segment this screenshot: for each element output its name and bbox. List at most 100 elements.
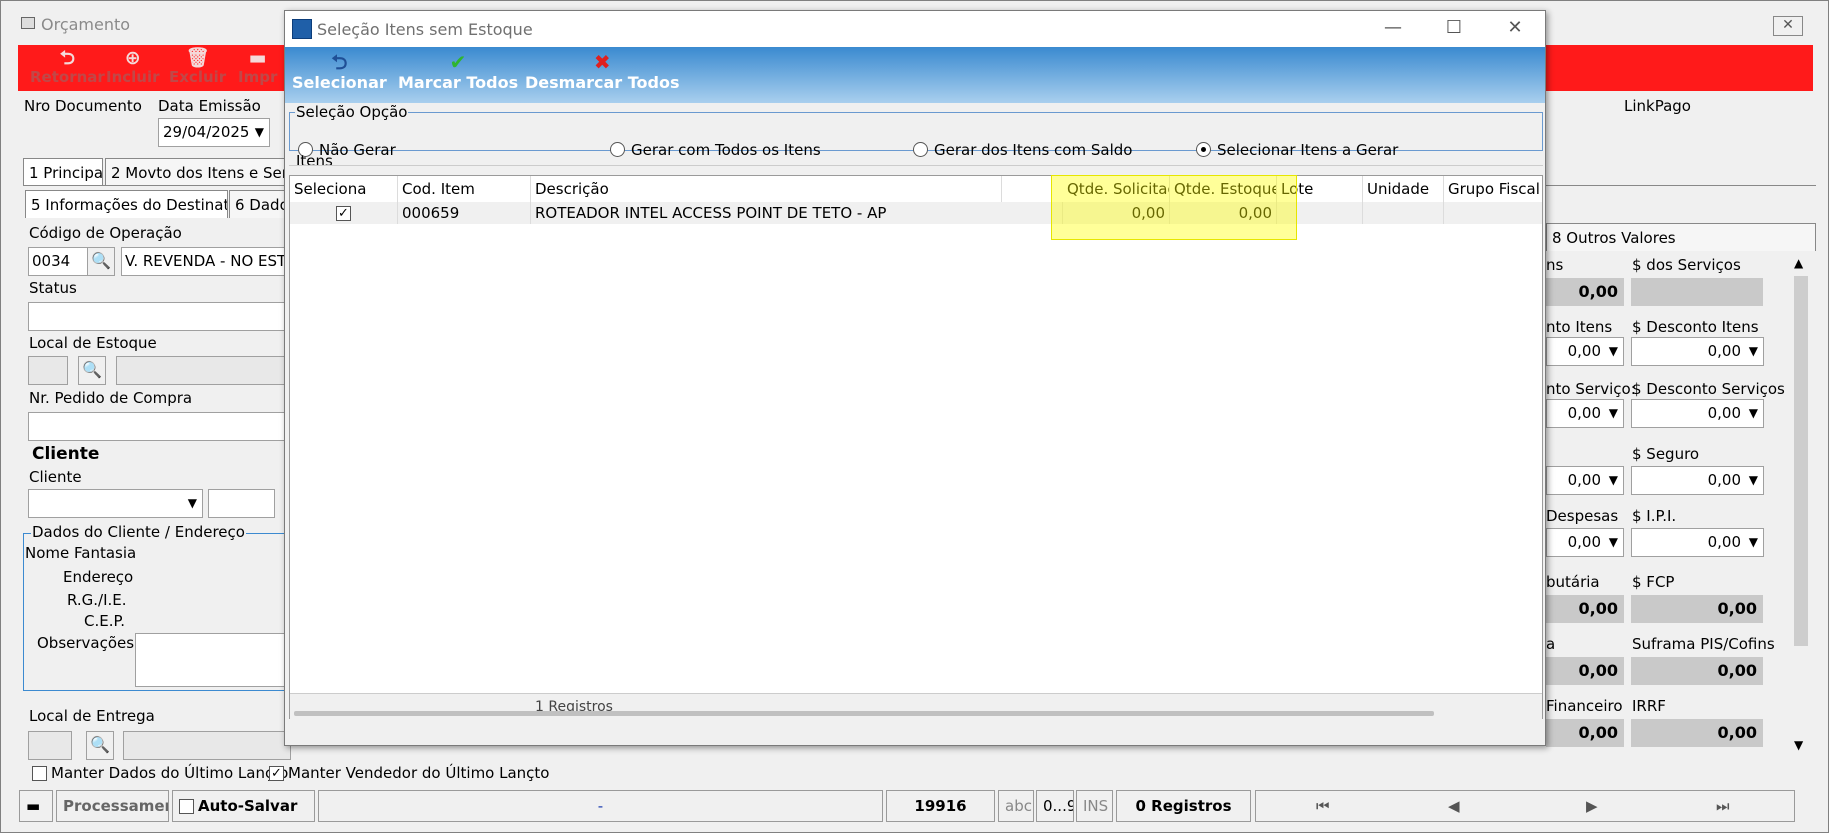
- itens-grid: Seleciona Cod. Item Descrição Qtde. Soli…: [289, 175, 1543, 719]
- cell-cod-item: 000659: [398, 202, 531, 224]
- checkmark-icon: ✓: [269, 766, 284, 781]
- tab-outros-valores[interactable]: 8 Outros Valores: [1546, 223, 1816, 251]
- scroll-thumb[interactable]: [1794, 276, 1808, 646]
- local-estoque-input[interactable]: [28, 356, 68, 385]
- radio-icon: [913, 142, 928, 157]
- dialog-titlebar: Seleção Itens sem Estoque — ☐ ✕: [285, 11, 1545, 47]
- observacoes-label: Observações: [37, 634, 135, 652]
- incluir-button[interactable]: ⊕ Incluir: [106, 48, 160, 86]
- seguro-label: $ Seguro: [1632, 445, 1700, 463]
- desconto-servicos-field[interactable]: 0,00: [1631, 399, 1764, 428]
- desmarcar-todos-button[interactable]: ✖ Desmarcar Todos: [525, 51, 680, 92]
- despesas-field[interactable]: 0,00: [1546, 528, 1624, 557]
- col-cod-item[interactable]: Cod. Item: [398, 176, 531, 202]
- valor-itens: 0,00: [1546, 278, 1624, 306]
- next-record-icon[interactable]: ▶: [1586, 797, 1598, 815]
- dialog-title: Seleção Itens sem Estoque: [317, 20, 533, 39]
- imprimir-button[interactable]: ▬ Impr: [238, 48, 277, 86]
- pedido-compra-label: Nr. Pedido de Compra: [29, 389, 193, 407]
- highlight-annotation: [1051, 175, 1297, 240]
- first-record-icon[interactable]: ⏮: [1316, 797, 1330, 815]
- minimize-icon[interactable]: —: [1373, 17, 1413, 43]
- close-icon[interactable]: ✕: [1495, 17, 1535, 43]
- selecionar-button[interactable]: ⮌ Selecionar: [292, 51, 387, 92]
- radio-selecionar-itens[interactable]: Selecionar Itens a Gerar: [1196, 141, 1398, 159]
- pedido-compra-input[interactable]: [28, 412, 291, 441]
- radio-icon: [610, 142, 625, 157]
- right-scrollbar[interactable]: ▲ ▼: [1791, 256, 1811, 753]
- search-icon[interactable]: 🔍: [78, 356, 106, 385]
- status-code: 19916: [886, 790, 995, 822]
- tab-informacoes-destinatario[interactable]: 5 Informações do Destinatário: [25, 190, 228, 218]
- observacoes-input[interactable]: [135, 633, 291, 687]
- checkbox-icon: [32, 766, 47, 781]
- excluir-button[interactable]: 🗑 Excluir: [169, 48, 226, 86]
- search-icon[interactable]: 🔍: [87, 247, 115, 276]
- tab-movto-itens[interactable]: 2 Movto dos Itens e Serviço: [105, 158, 291, 186]
- local-entrega-desc: [123, 731, 291, 760]
- cell-descricao: ROTEADOR INTEL ACCESS POINT DE TETO - AP: [531, 202, 1063, 224]
- tab-dados[interactable]: 6 Dados: [229, 190, 291, 218]
- ipi-label: $ I.P.I.: [1632, 507, 1677, 525]
- suframa-pis-cofins-label: Suframa PIS/Cofins: [1632, 635, 1775, 653]
- selecao-opcao-legend: Seleção Opção: [296, 103, 408, 121]
- status-label: Status: [29, 279, 77, 297]
- status-input[interactable]: [28, 302, 291, 331]
- row-checkbox[interactable]: ✓: [290, 202, 398, 224]
- registros-count: 0 Registros: [1116, 790, 1251, 822]
- previous-record-icon[interactable]: ◀: [1448, 797, 1460, 815]
- desconto-servicos-pct-field[interactable]: 0,00: [1546, 399, 1624, 428]
- scroll-down-icon[interactable]: ▼: [1794, 738, 1803, 752]
- local-entrega-label: Local de Entrega: [29, 707, 155, 725]
- col-unidade[interactable]: Unidade: [1363, 176, 1444, 202]
- tab-principal[interactable]: 1 Principal: [23, 158, 103, 186]
- codigo-operacao-input[interactable]: 0034: [28, 247, 90, 276]
- marcar-todos-button[interactable]: ✔ Marcar Todos: [398, 51, 518, 92]
- col-descricao[interactable]: Descrição: [531, 176, 1002, 202]
- cliente-select[interactable]: [28, 489, 203, 518]
- keyboard-icon[interactable]: ▬: [19, 790, 53, 822]
- itens-label: ns: [1546, 256, 1564, 274]
- search-icon[interactable]: 🔍: [86, 731, 114, 760]
- frete-field[interactable]: 0,00: [1546, 466, 1624, 495]
- manter-dados-checkbox[interactable]: Manter Dados do Último Lançto: [32, 764, 288, 782]
- checkmark-icon: ✔: [449, 50, 467, 74]
- radio-gerar-itens-saldo[interactable]: Gerar dos Itens com Saldo: [913, 141, 1132, 159]
- desconto-servicos-pct-label: nto Serviço:: [1546, 380, 1636, 398]
- last-record-icon[interactable]: ⏭: [1716, 797, 1730, 815]
- horizontal-scrollbar[interactable]: [294, 711, 1434, 716]
- suframa-icms-value: 0,00: [1546, 657, 1624, 685]
- scroll-up-icon[interactable]: ▲: [1794, 256, 1803, 270]
- main-title: Orçamento: [41, 15, 131, 34]
- col-seleciona[interactable]: Seleciona: [290, 176, 398, 202]
- seguro-field[interactable]: 0,00: [1631, 466, 1764, 495]
- cliente-code-input[interactable]: [208, 489, 275, 518]
- app-icon: [292, 19, 312, 39]
- manter-vendedor-checkbox[interactable]: ✓ Manter Vendedor do Último Lançto: [269, 764, 549, 782]
- dados-cliente-legend: Dados do Cliente / Endereço: [31, 523, 246, 541]
- rg-ie-label: R.G./I.E.: [67, 591, 127, 609]
- nome-fantasia-label: Nome Fantasia: [25, 544, 137, 562]
- local-entrega-input[interactable]: [28, 731, 72, 760]
- cell-unidade: [1363, 202, 1444, 224]
- close-icon[interactable]: ✕: [1773, 16, 1803, 36]
- endereco-label: Endereço: [63, 568, 134, 586]
- col-grupo-fiscal[interactable]: Grupo Fiscal: [1444, 176, 1542, 202]
- dialog-toolbar: ⮌ Selecionar ✔ Marcar Todos ✖ Desmarcar Tod…: [285, 47, 1545, 103]
- radio-gerar-todos-itens[interactable]: Gerar com Todos os Itens: [610, 141, 821, 159]
- app-icon: [21, 17, 35, 29]
- abc-indicator: abc: [998, 790, 1034, 822]
- return-icon: ⮌: [59, 47, 76, 69]
- retornar-button[interactable]: ⮌ Retornar: [30, 48, 105, 86]
- auto-salvar-checkbox[interactable]: Auto-Salvar: [172, 790, 315, 822]
- maximize-icon[interactable]: ☐: [1434, 17, 1474, 43]
- desconto-itens-field[interactable]: 0,00: [1631, 337, 1764, 366]
- desconto-itens-pct-field[interactable]: 0,00: [1546, 337, 1624, 366]
- selecao-opcao-group: Seleção Opção Não Gerar Gerar com Todos …: [289, 103, 1543, 159]
- nro-documento-label: Nro Documento: [24, 97, 142, 115]
- checkbox-icon: [179, 799, 194, 814]
- return-icon: ⮌: [331, 50, 348, 74]
- data-emissao-field[interactable]: 29/04/2025: [158, 118, 270, 147]
- operacao-desc-field: V. REVENDA - NO ESTA: [121, 247, 291, 276]
- ipi-field[interactable]: 0,00: [1631, 528, 1764, 557]
